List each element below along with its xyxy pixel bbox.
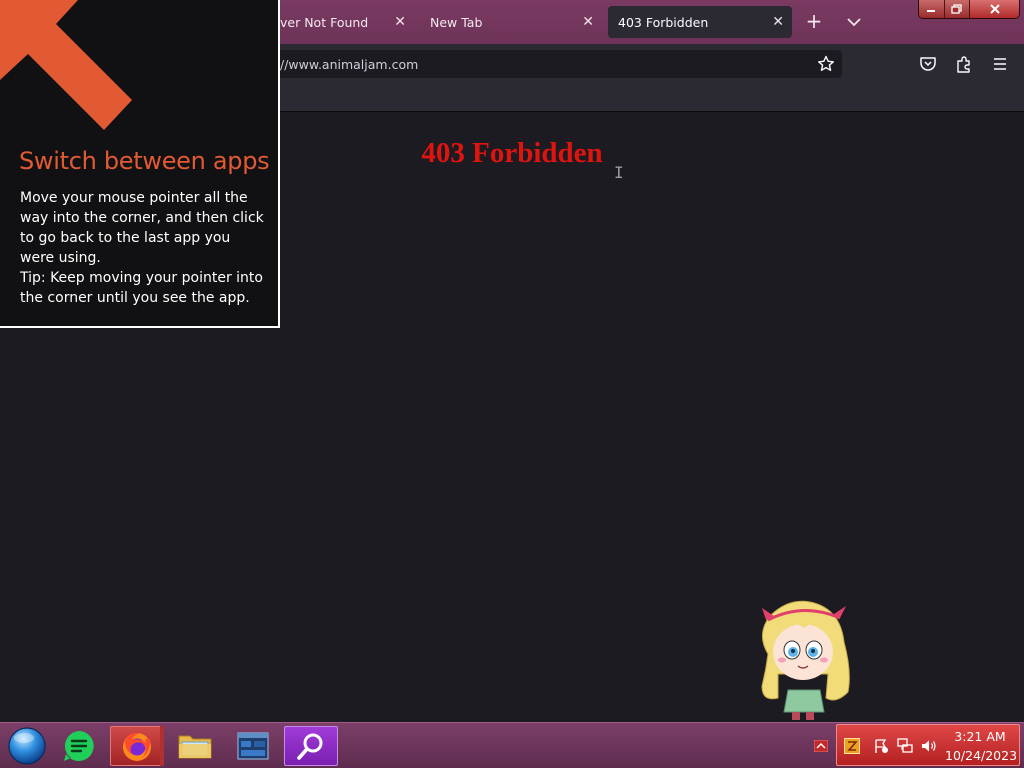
task-manager-icon	[237, 732, 269, 760]
tab-label: 403 Forbidden	[618, 14, 709, 30]
new-tab-button[interactable]: +	[802, 10, 826, 34]
window-controls	[918, 0, 1020, 19]
url-bar[interactable]: //www.animaljam.com	[230, 50, 842, 78]
volume-icon[interactable]	[921, 738, 937, 754]
text-cursor-icon: I	[614, 163, 624, 182]
puzzle-piece-icon	[957, 56, 970, 73]
start-orb-icon	[8, 727, 46, 765]
restore-icon	[951, 4, 962, 14]
close-icon	[989, 4, 1000, 14]
clock-time[interactable]: 3:21 AM	[945, 729, 1015, 744]
close-tab-icon[interactable]: ✕	[582, 14, 594, 30]
app-menu-button[interactable]	[990, 54, 1010, 74]
tip-title: Switch between apps	[19, 147, 270, 175]
folder-icon	[178, 735, 212, 759]
hamburger-menu-icon	[994, 58, 1006, 70]
tab-new-tab[interactable]: New Tab ✕	[420, 6, 602, 38]
tab-label: ver Not Found	[280, 14, 369, 30]
taskbar-notes-app[interactable]	[52, 726, 106, 766]
corner-arrow-icon	[0, 0, 132, 130]
tab-label: New Tab	[430, 14, 483, 30]
taskbar-search[interactable]	[284, 726, 338, 766]
close-window-button[interactable]	[970, 0, 1019, 18]
switch-apps-tip-overlay[interactable]: Switch between apps Move your mouse poin…	[0, 0, 280, 328]
network-icon[interactable]	[897, 738, 913, 754]
tip-body: Move your mouse pointer all the way into…	[20, 188, 268, 308]
taskbar-task-manager[interactable]	[226, 726, 280, 766]
pocket-icon	[920, 57, 936, 71]
pocket-button[interactable]	[918, 54, 938, 74]
tip-instruction: Move your mouse pointer all the way into…	[20, 190, 264, 266]
show-hidden-icons-button[interactable]	[814, 740, 828, 752]
close-tab-icon[interactable]: ✕	[394, 14, 406, 30]
firefox-icon	[123, 732, 151, 761]
url-text[interactable]: //www.animaljam.com	[280, 57, 418, 72]
taskbar-pinned-separator	[160, 726, 164, 766]
tab-server-not-found[interactable]: ver Not Found ✕	[270, 6, 414, 38]
star-icon	[818, 55, 834, 71]
taskbar-file-explorer[interactable]	[168, 726, 222, 766]
notes-app-icon	[64, 731, 94, 761]
search-icon	[297, 733, 323, 760]
cartoon-character-sticker	[761, 600, 850, 720]
minimize-button[interactable]	[919, 0, 945, 18]
taskbar-firefox[interactable]	[110, 726, 164, 766]
notification-area: 3:21 AM 10/24/2023	[836, 724, 1020, 766]
start-button[interactable]	[4, 726, 50, 766]
clock-date[interactable]: 10/24/2023	[945, 748, 1017, 763]
restore-button[interactable]	[944, 0, 970, 18]
chevron-down-icon	[847, 18, 861, 27]
tab-403-forbidden[interactable]: 403 Forbidden ✕	[608, 6, 792, 38]
desktop-screen: ver Not Found ✕ New Tab ✕ 403 Forbidden …	[0, 0, 1024, 768]
bookmark-star-button[interactable]	[816, 54, 836, 74]
minimize-icon	[927, 10, 936, 12]
list-all-tabs-button[interactable]	[842, 10, 866, 34]
tip-hint: Tip: Keep moving your pointer into the c…	[20, 270, 263, 306]
action-center-flag-icon[interactable]	[873, 738, 889, 754]
close-tab-icon[interactable]: ✕	[772, 14, 784, 30]
extensions-button[interactable]	[954, 54, 974, 74]
input-indicator-icon[interactable]	[844, 738, 860, 754]
